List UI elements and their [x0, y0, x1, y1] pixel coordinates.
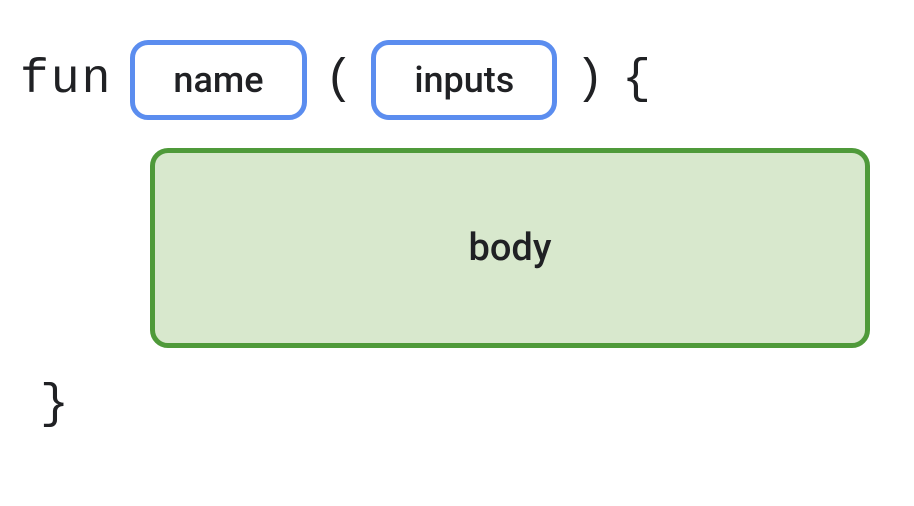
body-slot-label: body	[469, 226, 552, 270]
name-slot: name	[130, 40, 306, 120]
function-signature-row: fun name ( inputs ) {	[20, 40, 894, 120]
open-paren: (	[325, 53, 354, 107]
open-brace: {	[622, 53, 651, 107]
name-slot-label: name	[173, 59, 263, 101]
close-paren: )	[575, 53, 604, 107]
function-body-row: body	[150, 148, 894, 348]
body-slot: body	[150, 148, 870, 348]
inputs-slot: inputs	[371, 40, 557, 120]
function-close-row: }	[40, 378, 894, 432]
function-syntax-diagram: fun name ( inputs ) { body }	[0, 0, 914, 472]
inputs-slot-label: inputs	[414, 59, 514, 101]
fun-keyword: fun	[20, 53, 112, 107]
close-brace: }	[40, 378, 69, 432]
